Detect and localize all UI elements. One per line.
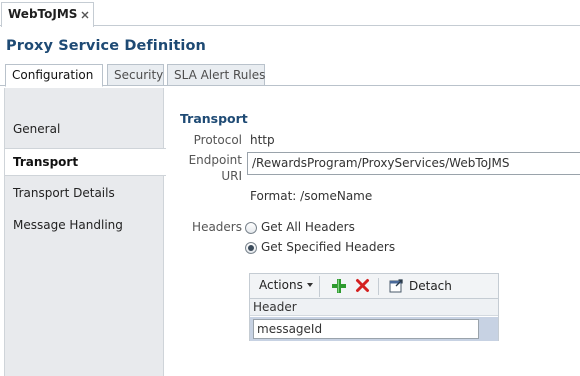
left-navigation: General Transport Transport Details Mess… [4, 88, 166, 376]
header-name-input[interactable]: messageId [253, 319, 479, 339]
page-title: Proxy Service Definition [6, 38, 206, 54]
nav-item-transport-details[interactable]: Transport Details [5, 180, 164, 208]
get-all-headers-label[interactable]: Get All Headers [261, 220, 355, 234]
column-header-header[interactable]: Header [250, 299, 498, 316]
endpoint-uri-label-line1: Endpoint [188, 153, 242, 167]
add-icon[interactable] [331, 278, 347, 294]
get-specified-headers-label[interactable]: Get Specified Headers [261, 240, 395, 254]
table-row[interactable]: messageId [250, 317, 498, 341]
actions-menu-button[interactable]: Actions [253, 276, 320, 297]
tab-sla-alert-rules[interactable]: SLA Alert Rules [167, 64, 265, 86]
protocol-value: http [250, 133, 275, 147]
subtab-bar: Configuration Security SLA Alert Rules [0, 62, 580, 87]
close-icon[interactable] [80, 10, 90, 20]
nav-item-transport[interactable]: Transport [5, 148, 166, 176]
get-specified-headers-radio[interactable] [245, 242, 257, 254]
get-all-headers-radio[interactable] [245, 222, 257, 234]
nav-item-general[interactable]: General [5, 116, 164, 144]
document-tab-strip: WebToJMS [0, 0, 580, 27]
document-tab-webtojms[interactable]: WebToJMS [1, 2, 94, 27]
toolbar-separator [378, 278, 379, 295]
tab-configuration[interactable]: Configuration [5, 64, 103, 87]
section-title-transport: Transport [180, 111, 248, 126]
endpoint-uri-field[interactable]: /RewardsProgram/ProxyServices/WebToJMS [247, 152, 580, 175]
delete-icon[interactable] [355, 278, 370, 293]
protocol-label: Protocol [193, 133, 242, 147]
headers-label: Headers [192, 220, 242, 234]
endpoint-format-hint: Format: /someName [250, 189, 373, 203]
headers-table: Actions Detach Header messageId [249, 273, 499, 341]
detach-button-label[interactable]: Detach [409, 279, 452, 293]
document-tab-label: WebToJMS [8, 7, 78, 21]
actions-menu-label: Actions [259, 278, 303, 292]
detach-icon[interactable] [389, 278, 404, 293]
table-toolbar: Actions Detach [250, 274, 498, 299]
caret-down-icon [306, 283, 313, 287]
tab-security[interactable]: Security [107, 64, 164, 86]
endpoint-uri-label-line2: URI [221, 169, 242, 183]
nav-item-message-handling[interactable]: Message Handling [5, 212, 164, 240]
